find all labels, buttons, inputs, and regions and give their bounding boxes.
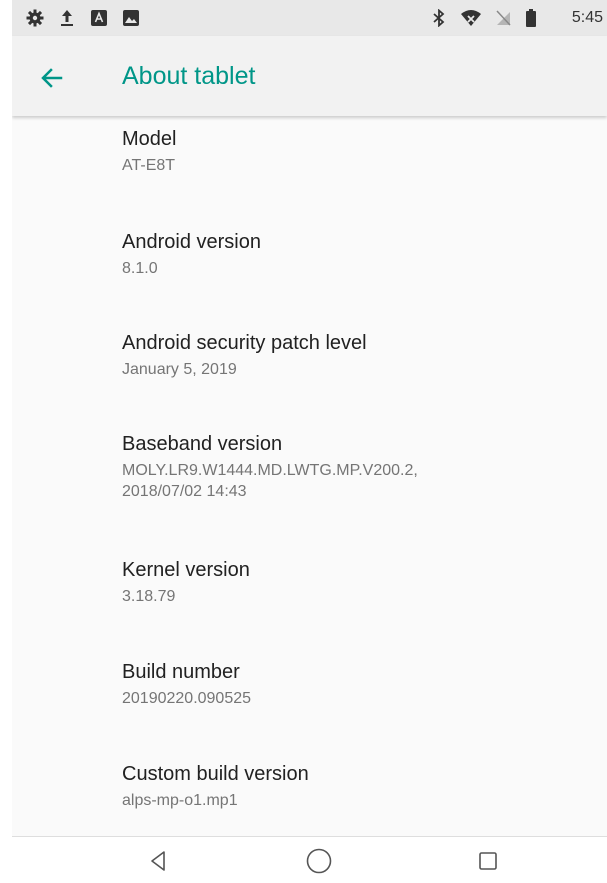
list-item-custom-build-version[interactable]: Custom build version alps-mp-o1.mp1 [122, 761, 592, 811]
item-title: Build number [122, 661, 240, 683]
screen: 5:45 About tablet Model AT-E8T Android v… [12, 0, 607, 883]
item-title: Android security patch level [122, 332, 367, 354]
list-item-security-patch[interactable]: Android security patch level January 5, … [122, 330, 592, 380]
item-title: Baseband version [122, 433, 283, 455]
item-title: Android version [122, 231, 261, 253]
status-time: 5:45 [571, 9, 603, 26]
gear-icon [26, 9, 44, 32]
status-bar: 5:45 [12, 0, 607, 36]
page-title: About tablet [122, 62, 256, 90]
item-summary: 20190220.090525 [122, 690, 252, 707]
nav-home-button[interactable] [299, 845, 339, 877]
list-item-baseband-version[interactable]: Baseband version MOLY.LR9.W1444.MD.LWTG.… [122, 431, 592, 502]
nav-recents-button[interactable] [468, 845, 508, 877]
item-title: Model [122, 128, 177, 150]
wifi-icon [460, 9, 482, 32]
item-summary: AT-E8T [122, 157, 176, 174]
home-circle-icon [306, 848, 332, 874]
navigation-bar [12, 836, 607, 883]
battery-icon [526, 9, 536, 32]
upload-icon [59, 9, 75, 32]
item-summary: MOLY.LR9.W1444.MD.LWTG.MP.V200.2, 2018/0… [122, 460, 592, 502]
item-summary: January 5, 2019 [122, 361, 237, 378]
item-title: Custom build version [122, 763, 309, 785]
item-summary: 8.1.0 [122, 260, 158, 277]
back-button[interactable] [32, 58, 72, 98]
list-item-android-version[interactable]: Android version 8.1.0 [122, 229, 592, 279]
bluetooth-icon [432, 8, 446, 32]
list-item-kernel-version[interactable]: Kernel version 3.18.79 [122, 557, 592, 607]
nav-back-button[interactable] [138, 845, 178, 877]
item-summary: 3.18.79 [122, 588, 176, 605]
image-icon [122, 9, 140, 32]
app-bar: About tablet [12, 36, 607, 116]
back-triangle-icon [151, 851, 165, 871]
list-item-build-number[interactable]: Build number 20190220.090525 [122, 659, 592, 709]
arrow-back-icon [41, 68, 63, 88]
item-summary: alps-mp-o1.mp1 [122, 792, 238, 809]
notification-a-icon [90, 9, 108, 32]
item-summary-line: 2018/07/02 14:43 [122, 483, 247, 500]
no-sim-icon [495, 9, 511, 32]
list-item-model[interactable]: Model AT-E8T [122, 126, 592, 176]
item-summary-line: MOLY.LR9.W1444.MD.LWTG.MP.V200.2, [122, 462, 418, 479]
recents-square-icon [479, 852, 497, 870]
item-title: Kernel version [122, 559, 250, 581]
